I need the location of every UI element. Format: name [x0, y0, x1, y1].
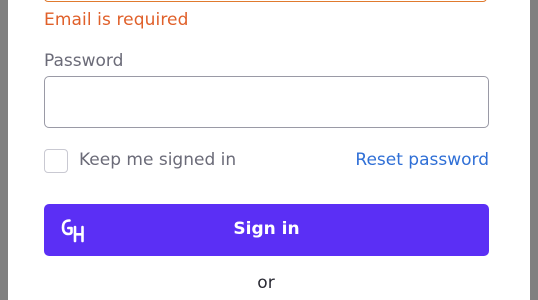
- reset-password-link[interactable]: Reset password: [355, 150, 489, 170]
- keep-signed-in-label[interactable]: Keep me signed in: [79, 150, 236, 170]
- email-error-message: Email is required: [44, 10, 189, 30]
- keep-signed-in-checkbox[interactable]: [44, 149, 68, 173]
- email-input[interactable]: [44, 0, 487, 2]
- sign-in-button[interactable]: Sign in: [44, 204, 489, 256]
- password-label: Password: [44, 51, 124, 71]
- or-divider-text: or: [257, 273, 275, 293]
- password-input[interactable]: [44, 76, 489, 128]
- sign-in-panel: Email is required Password Keep me signe…: [8, 0, 530, 300]
- sign-in-label: Sign in: [233, 219, 300, 239]
